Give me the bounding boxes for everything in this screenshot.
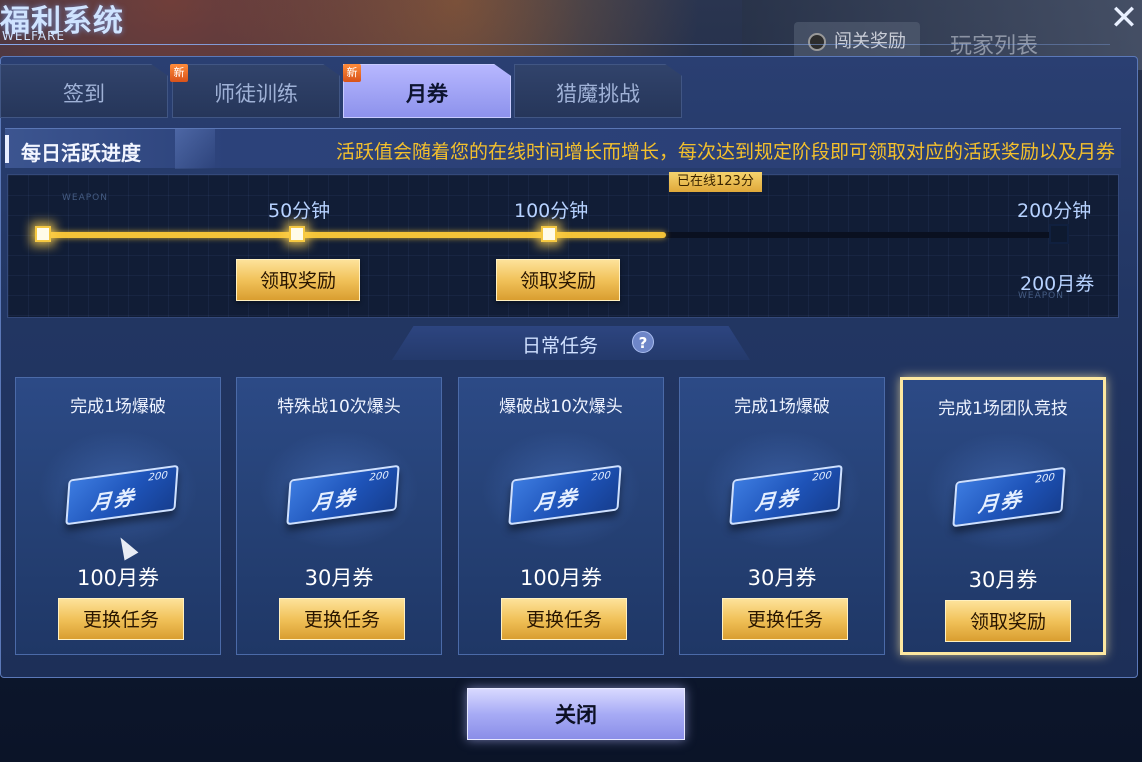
monthly-coupon-icon: 月券 200: [729, 464, 843, 526]
milestone-label-50: 50分钟: [268, 200, 331, 222]
weapon-tag: WEAPON: [62, 193, 108, 203]
ticket-number: 200: [147, 470, 169, 484]
tab-mentor-training[interactable]: 师徒训练: [172, 64, 340, 118]
progress-node-50: [289, 226, 305, 242]
daily-tasks-title: 日常任务: [522, 335, 599, 357]
ticket-number: 200: [590, 470, 612, 484]
close-button[interactable]: 关闭: [467, 688, 685, 740]
claim-50-button[interactable]: 领取奖励: [236, 259, 360, 301]
title-divider: [0, 44, 1110, 45]
milestone-label-100: 100分钟: [514, 200, 589, 222]
online-time-tag: 已在线123分: [669, 172, 762, 192]
ticket-number: 200: [1034, 472, 1056, 486]
change-task-button[interactable]: 更换任务: [58, 598, 184, 640]
change-task-button[interactable]: 更换任务: [279, 598, 405, 640]
tab-monthly-coupon[interactable]: 月券: [343, 64, 511, 118]
tab-label: 月券: [406, 82, 448, 106]
tab-label: 签到: [63, 82, 105, 106]
close-icon[interactable]: ✕: [1108, 1, 1140, 36]
progress-title: 每日活跃进度: [21, 141, 141, 165]
task-card: 爆破战10次爆头 月券 200 100月券 更换任务: [458, 377, 664, 655]
ticket-art: 月券 200: [38, 430, 198, 550]
tab-sign-in[interactable]: 签到: [0, 64, 168, 118]
reward-200-label: 200月券: [1020, 273, 1095, 295]
task-title: 爆破战10次爆头: [499, 397, 623, 417]
ticket-art: 月券 200: [259, 430, 419, 550]
monthly-coupon-icon: 月券 200: [65, 464, 179, 526]
help-icon[interactable]: ?: [632, 331, 654, 353]
task-card-completed: 完成1场团队竞技 月券 200 30月券 领取奖励: [900, 377, 1106, 655]
ticket-text: 月券: [754, 485, 801, 516]
monthly-coupon-icon: 月券 200: [508, 464, 622, 526]
ticket-text: 月券: [977, 487, 1024, 518]
tab-label: 师徒训练: [214, 82, 298, 106]
ticket-art: 月券 200: [481, 430, 641, 550]
change-task-button[interactable]: 更换任务: [722, 598, 848, 640]
ticket-number: 200: [811, 470, 833, 484]
progress-header: 每日活跃进度 活跃值会随着您的在线时间增长而增长，每次达到规定阶段即可领取对应的…: [5, 128, 1121, 169]
progress-node-200: [1049, 224, 1069, 244]
claim-task-reward-button[interactable]: 领取奖励: [945, 600, 1071, 642]
task-reward: 30月券: [304, 566, 374, 590]
tab-label: 猎魔挑战: [556, 82, 640, 106]
window-subtitle: WELFARE: [2, 29, 66, 43]
progress-node-start: [35, 226, 51, 242]
claim-100-button[interactable]: 领取奖励: [496, 259, 620, 301]
task-title: 完成1场爆破: [70, 397, 166, 417]
tab-bar: 签到 师徒训练 新 月券 新 猎魔挑战: [0, 64, 700, 118]
new-badge: 新: [170, 64, 188, 82]
ticket-number: 200: [368, 470, 390, 484]
progress-node-100: [541, 226, 557, 242]
task-title: 完成1场爆破: [734, 397, 830, 417]
task-title: 完成1场团队竞技: [938, 399, 1068, 419]
tab-demon-hunt[interactable]: 猎魔挑战: [514, 64, 682, 118]
new-badge: 新: [343, 64, 361, 82]
header-decoration: [175, 129, 215, 169]
task-reward: 30月券: [747, 566, 817, 590]
task-reward: 30月券: [968, 568, 1038, 592]
ticket-text: 月券: [90, 485, 137, 516]
task-reward: 100月券: [76, 566, 160, 590]
task-card: 完成1场爆破 月券 200 100月券 更换任务: [15, 377, 221, 655]
header-accent: [5, 135, 9, 163]
progress-fill: [36, 232, 667, 238]
task-reward: 100月券: [519, 566, 603, 590]
ticket-art: 月券 200: [925, 432, 1085, 552]
change-task-button[interactable]: 更换任务: [501, 598, 627, 640]
task-title: 特殊战10次爆头: [277, 397, 401, 417]
achievement-tab-label: 闯关奖励: [834, 31, 906, 52]
medal-icon: [808, 33, 826, 51]
monthly-coupon-icon: 月券 200: [286, 464, 400, 526]
milestone-label-200: 200分钟: [1017, 200, 1092, 222]
task-card: 特殊战10次爆头 月券 200 30月券 更换任务: [236, 377, 442, 655]
ticket-text: 月券: [311, 485, 358, 516]
ticket-art: 月券 200: [702, 430, 862, 550]
task-card: 完成1场爆破 月券 200 30月券 更换任务: [679, 377, 885, 655]
monthly-coupon-icon: 月券 200: [952, 466, 1066, 528]
ticket-text: 月券: [533, 485, 580, 516]
progress-description: 活跃值会随着您的在线时间增长而增长，每次达到规定阶段即可领取对应的活跃奖励以及月…: [335, 141, 1115, 163]
